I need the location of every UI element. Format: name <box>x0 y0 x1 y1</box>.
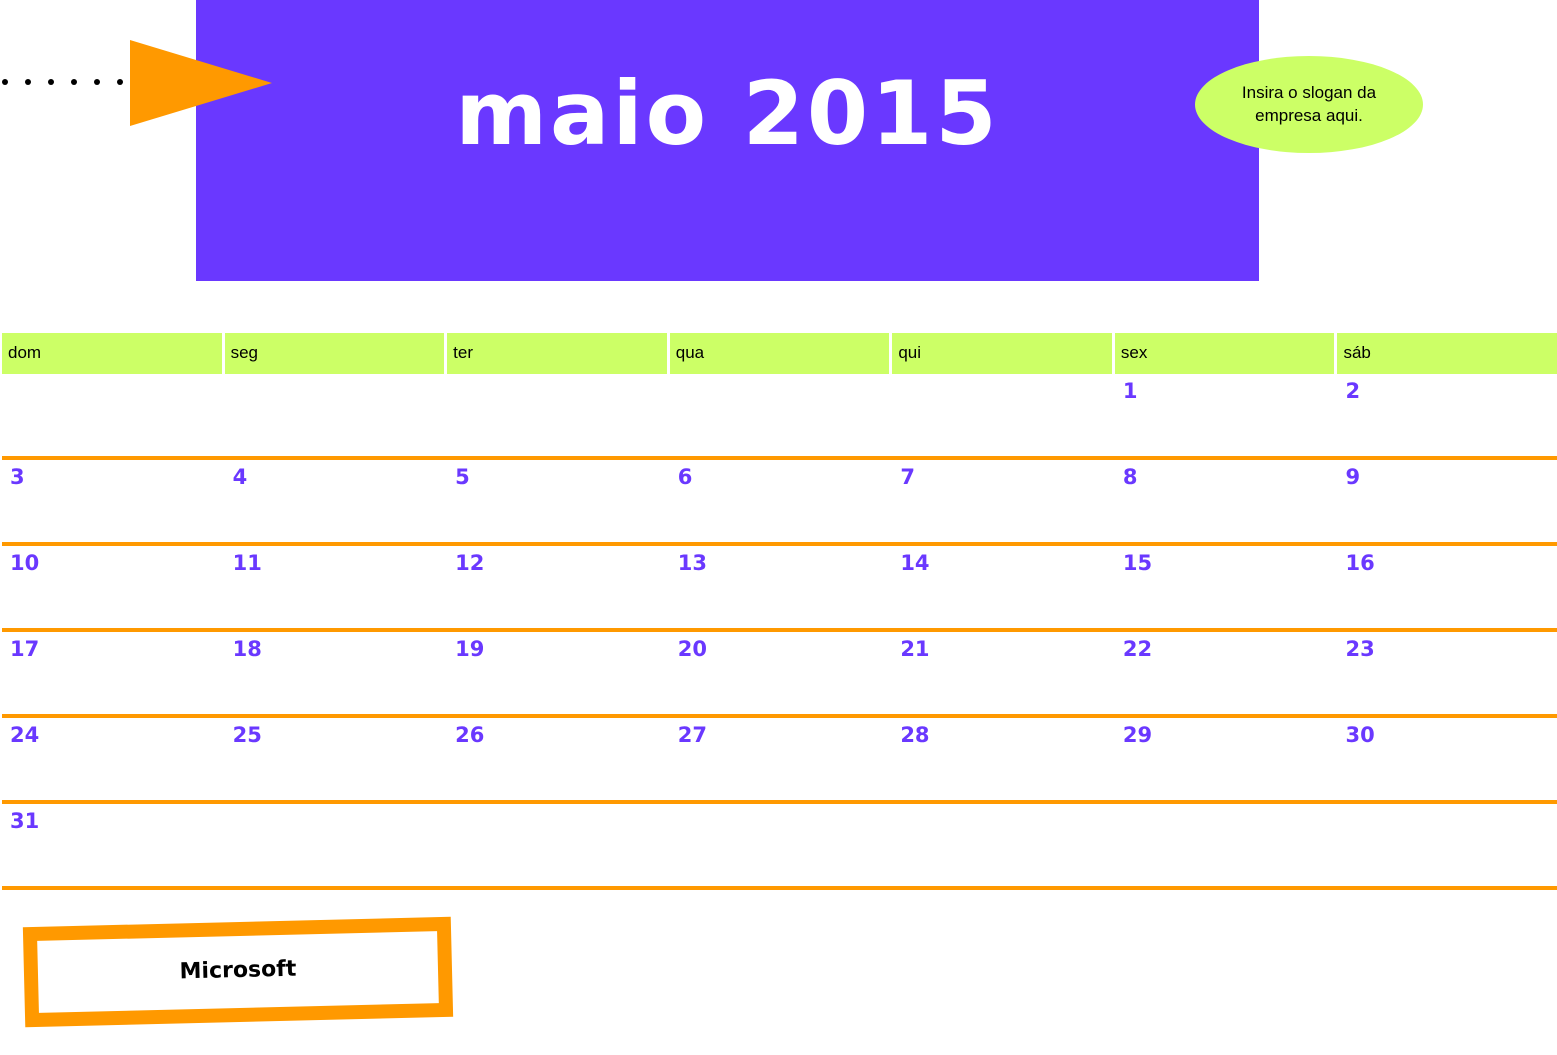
logo-placeholder: Microsoft <box>22 916 454 1028</box>
day-cell: 7 <box>892 460 1115 542</box>
day-cell <box>225 804 448 886</box>
slogan-text: Insira o slogan da empresa aqui. <box>1241 82 1377 125</box>
day-cell <box>670 804 893 886</box>
weekday-label: ter <box>447 333 670 374</box>
calendar-grid: dom seg ter qua qui sex sáb 1 2 3 4 5 6 … <box>2 333 1557 890</box>
week-row: 3 4 5 6 7 8 9 <box>2 460 1557 546</box>
day-cell <box>447 374 670 456</box>
day-cell: 18 <box>225 632 448 714</box>
day-cell <box>1115 804 1338 886</box>
day-cell: 3 <box>2 460 225 542</box>
day-cell: 16 <box>1345 551 1375 575</box>
day-cell: 24 <box>2 718 225 800</box>
day-cell <box>447 804 670 886</box>
day-cell <box>892 804 1115 886</box>
week-row: 17 18 19 20 21 22 23 <box>2 632 1557 718</box>
day-cell: 13 <box>670 546 893 628</box>
day-cell <box>1337 804 1557 886</box>
day-cell: 12 <box>447 546 670 628</box>
day-cell <box>670 374 893 456</box>
day-cell: 26 <box>447 718 670 800</box>
day-cell <box>892 374 1115 456</box>
day-cell: 5 <box>447 460 670 542</box>
day-cell: 11 <box>225 546 448 628</box>
day-cell: 1 <box>1115 374 1338 456</box>
weekday-label: sáb <box>1343 343 1371 362</box>
day-cell <box>2 374 225 456</box>
weekday-header-row: dom seg ter qua qui sex sáb <box>2 333 1557 374</box>
day-cell: 9 <box>1345 465 1361 489</box>
day-cell: 31 <box>2 804 225 886</box>
day-cell: 4 <box>225 460 448 542</box>
day-cell: 15 <box>1115 546 1338 628</box>
dotted-line-decoration <box>2 79 123 85</box>
week-row: 10 11 12 13 14 15 16 <box>2 546 1557 632</box>
week-row: 24 25 26 27 28 29 30 <box>2 718 1557 804</box>
day-cell: 10 <box>2 546 225 628</box>
day-cell: 6 <box>670 460 893 542</box>
day-cell: 20 <box>670 632 893 714</box>
title-banner: maio 2015 <box>196 0 1259 281</box>
day-cell: 8 <box>1115 460 1338 542</box>
day-cell <box>225 374 448 456</box>
weekday-label: qui <box>892 333 1115 374</box>
weekday-label: dom <box>2 333 225 374</box>
day-cell: 23 <box>1345 637 1375 661</box>
day-cell: 21 <box>892 632 1115 714</box>
day-cell: 25 <box>225 718 448 800</box>
day-cell: 27 <box>670 718 893 800</box>
day-cell: 19 <box>447 632 670 714</box>
weekday-label: seg <box>225 333 448 374</box>
slogan-bubble: Insira o slogan da empresa aqui. <box>1195 56 1423 153</box>
day-cell: 22 <box>1115 632 1338 714</box>
month-title: maio 2015 <box>455 62 1000 165</box>
day-cell: 28 <box>892 718 1115 800</box>
arrow-icon <box>130 40 272 126</box>
week-row: 1 2 <box>2 374 1557 460</box>
logo-text: Microsoft <box>179 956 297 985</box>
day-cell: 29 <box>1115 718 1338 800</box>
week-row: 31 <box>2 804 1557 890</box>
weekday-label: qua <box>670 333 893 374</box>
day-cell: 14 <box>892 546 1115 628</box>
weekday-label: sex <box>1115 333 1338 374</box>
day-cell: 17 <box>2 632 225 714</box>
day-cell: 30 <box>1345 723 1375 747</box>
day-cell: 2 <box>1345 379 1361 403</box>
